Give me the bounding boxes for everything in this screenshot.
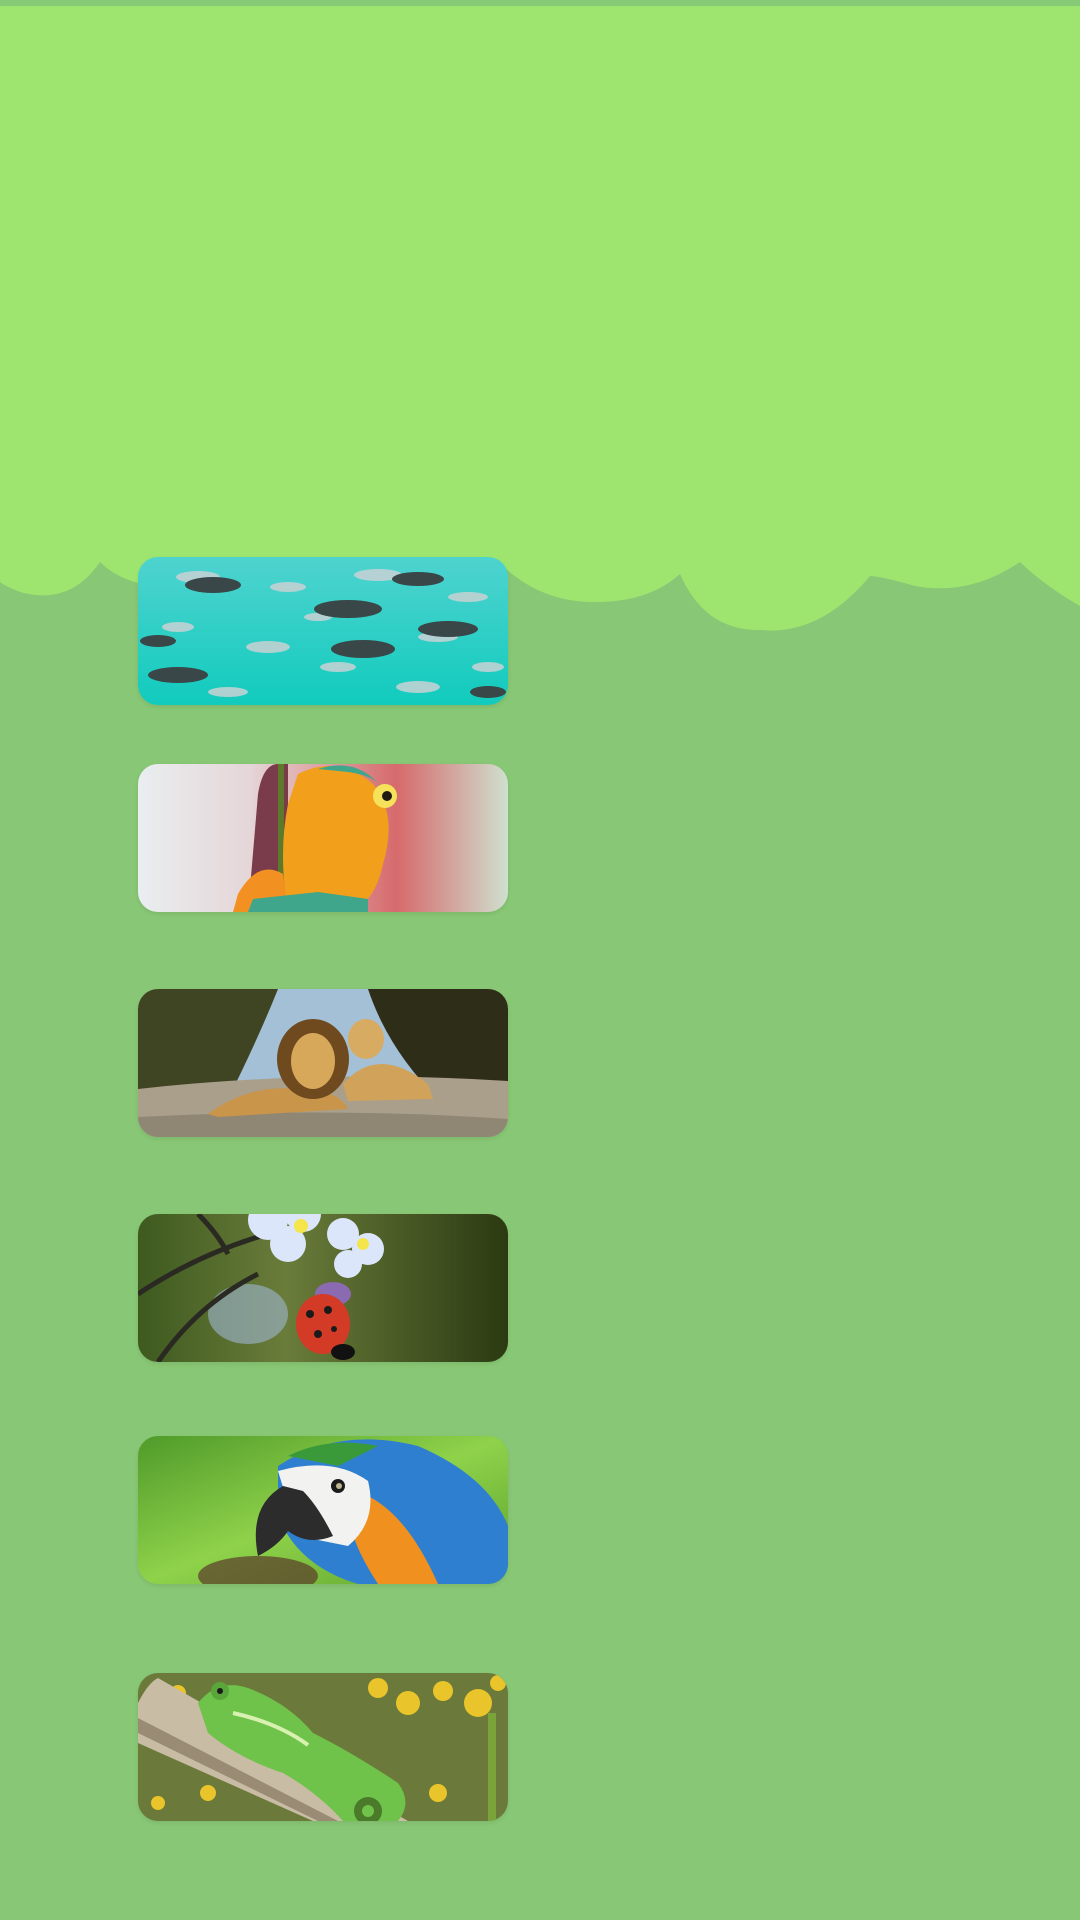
parrot-image	[138, 1436, 508, 1584]
animal-card-ladybug[interactable]	[138, 1214, 508, 1362]
lions-image	[138, 989, 508, 1137]
ladybug-image	[138, 1214, 508, 1362]
animal-card-parrot[interactable]	[138, 1436, 508, 1584]
frog-image	[138, 764, 508, 912]
animal-card-lions[interactable]	[138, 989, 508, 1137]
fish-image	[138, 557, 508, 705]
animal-card-chameleon[interactable]	[138, 1673, 508, 1821]
animal-card-frog[interactable]	[138, 764, 508, 912]
animal-card-fish[interactable]	[138, 557, 508, 705]
chameleon-image	[138, 1673, 508, 1821]
